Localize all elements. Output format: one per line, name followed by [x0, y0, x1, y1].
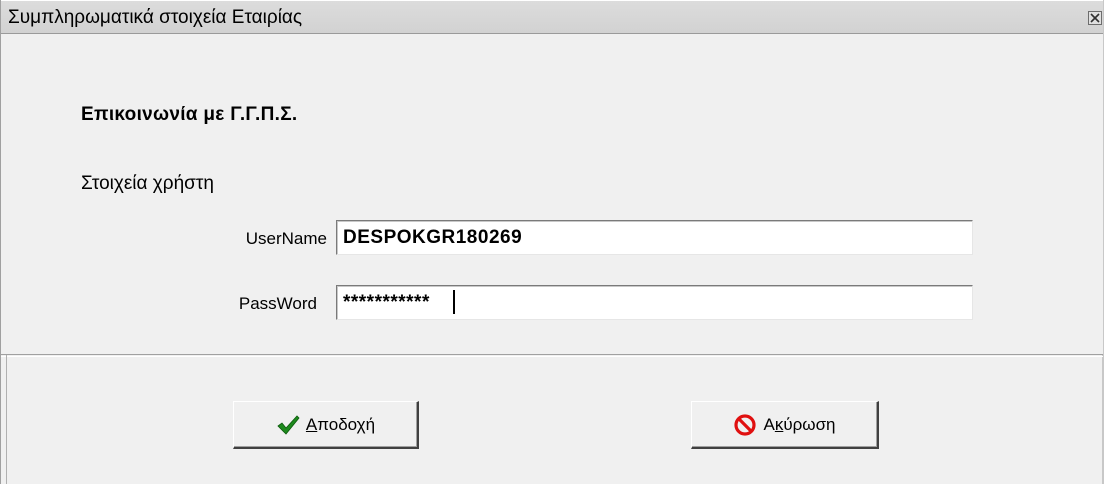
- username-label: UserName: [245, 229, 327, 248]
- window-title: Συμπληρωματικά στοιχεία Εταιρίας: [8, 7, 303, 28]
- text-caret: [453, 290, 455, 314]
- panel-divider: [1, 354, 1103, 357]
- password-input[interactable]: [336, 285, 973, 320]
- close-icon: [1090, 13, 1100, 23]
- accept-button-label: Αποδοχή: [305, 414, 376, 434]
- prohibited-icon: [734, 413, 757, 436]
- cancel-button[interactable]: Ακύρωση: [691, 401, 879, 449]
- checkmark-icon: [277, 414, 300, 435]
- password-label: PassWord: [238, 294, 317, 313]
- panel-left-edge: [6, 355, 7, 484]
- username-input[interactable]: [336, 220, 973, 255]
- cancel-button-label: Ακύρωση: [763, 414, 836, 434]
- accept-button[interactable]: Αποδοχή: [233, 401, 419, 449]
- dialog-window: Συμπληρωματικά στοιχεία Εταιρίας Επικοιν…: [0, 0, 1104, 484]
- section-label: Στοιχεία χρήστη: [81, 173, 214, 194]
- title-bar[interactable]: Συμπληρωματικά στοιχεία Εταιρίας: [1, 0, 1103, 34]
- group-heading: Επικοινωνία με Γ.Γ.Π.Σ.: [81, 104, 298, 125]
- close-button[interactable]: [1088, 11, 1102, 25]
